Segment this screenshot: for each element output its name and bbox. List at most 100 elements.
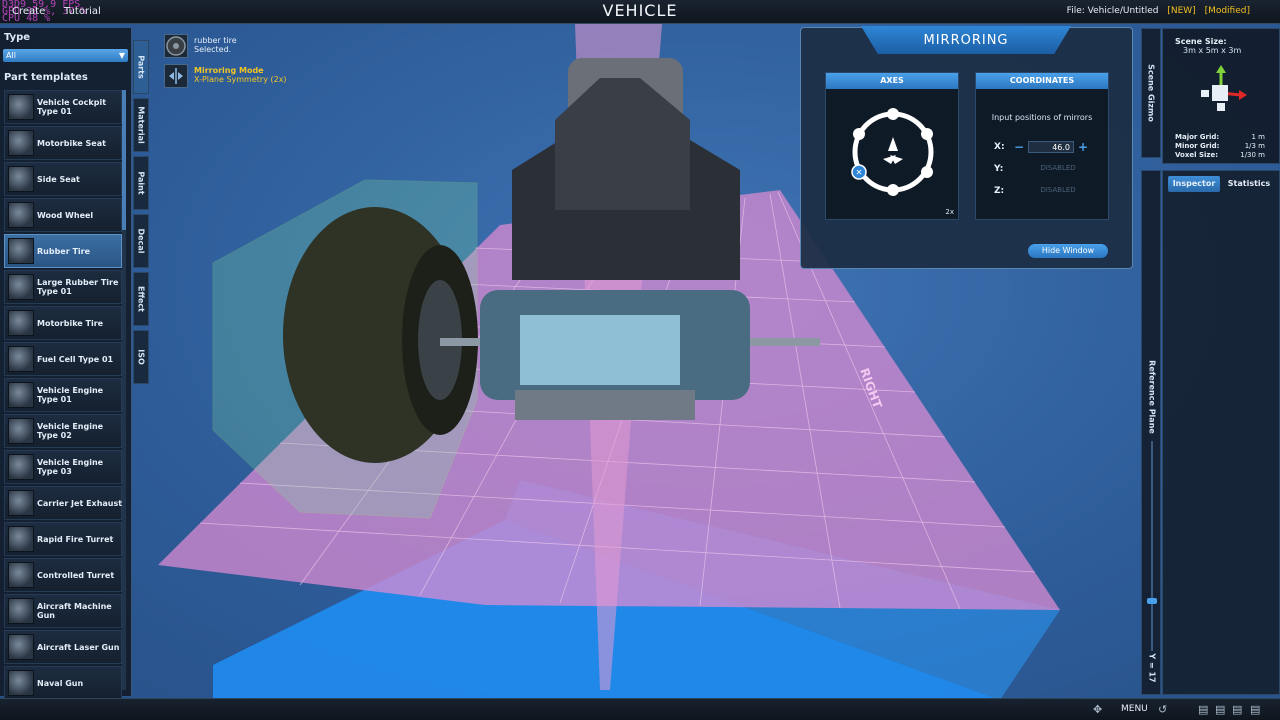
- minor-grid-label: Minor Grid:: [1175, 142, 1220, 150]
- fuel-cell-icon: [8, 346, 34, 372]
- mirroring-mode-title: Mirroring Mode: [194, 66, 264, 75]
- coordinates-desc: Input positions of mirrors: [991, 113, 1093, 122]
- part-item[interactable]: Controlled Turret: [4, 558, 122, 592]
- top-bar: D3D9 59.9 FPS GPU 38 %, 37 % CPU 48 % Cr…: [0, 0, 1280, 24]
- trash-icon[interactable]: ▤: [1215, 703, 1225, 716]
- part-item[interactable]: Motorbike Tire: [4, 306, 122, 340]
- move-icon[interactable]: ✥: [1093, 703, 1102, 716]
- coord-x-decrement-button[interactable]: −: [1014, 140, 1024, 154]
- editor-tabs: Parts Material Paint Decal Effect ISO: [133, 40, 149, 388]
- minor-grid-value: 1/3 m: [1244, 142, 1265, 150]
- turret-icon: [8, 526, 34, 552]
- part-item[interactable]: Carrier Jet Exhaust: [4, 486, 122, 520]
- tab-label: Paint: [136, 171, 146, 195]
- file-modified-badge: [Modified]: [1204, 6, 1250, 16]
- part-item[interactable]: Large Rubber Tire Type 01: [4, 270, 122, 304]
- part-item[interactable]: Vehicle Engine Type 03: [4, 450, 122, 484]
- part-item[interactable]: Rapid Fire Turret: [4, 522, 122, 556]
- tab-decal[interactable]: Decal: [133, 214, 149, 268]
- axis-node[interactable]: [921, 166, 933, 178]
- part-name: Aircraft Laser Gun: [37, 642, 120, 652]
- scrollbar-thumb[interactable]: [122, 90, 126, 230]
- part-name: Wood Wheel: [37, 210, 94, 220]
- voxel-size-row: Voxel Size: 1/30 m: [1175, 151, 1265, 159]
- inspector-panel: Inspector Statistics: [1162, 170, 1280, 695]
- scene-size-label: Scene Size:: [1175, 37, 1227, 46]
- part-item[interactable]: Vehicle Cockpit Type 01: [4, 90, 122, 124]
- tab-label: Parts: [136, 55, 146, 79]
- coordinates-panel: COORDINATES Input positions of mirrors X…: [975, 72, 1109, 220]
- part-name: Motorbike Seat: [37, 138, 106, 148]
- part-item[interactable]: Side Seat: [4, 162, 122, 196]
- hide-window-button[interactable]: Hide Window: [1028, 244, 1108, 258]
- menu-button[interactable]: MENU: [1121, 704, 1148, 714]
- coord-x-input[interactable]: 46.0: [1028, 141, 1074, 153]
- part-name: Large Rubber Tire Type 01: [37, 278, 119, 296]
- tab-material[interactable]: Material: [133, 98, 149, 152]
- tab-iso[interactable]: ISO: [133, 330, 149, 384]
- scene-gizmo[interactable]: [1193, 63, 1249, 119]
- tab-paint[interactable]: Paint: [133, 156, 149, 210]
- selected-part-status: Selected.: [194, 45, 232, 54]
- major-grid-value: 1 m: [1251, 133, 1266, 141]
- part-name: Vehicle Engine Type 03: [37, 458, 104, 476]
- gun-icon: [8, 634, 34, 660]
- tab-statistics[interactable]: Statistics: [1223, 176, 1275, 192]
- tab-inspector[interactable]: Inspector: [1168, 176, 1220, 192]
- type-value: All: [6, 51, 16, 60]
- undo-icon[interactable]: ↺: [1158, 703, 1167, 716]
- coord-x-label: X:: [994, 142, 1005, 152]
- scene-gizmo-tab[interactable]: Scene Gizmo: [1141, 28, 1161, 158]
- part-name: Vehicle Engine Type 02: [37, 422, 104, 440]
- tire-icon: [164, 34, 188, 58]
- mirroring-window: MIRRORING AXES ✕ 2x COORDINATES Input po…: [800, 26, 1133, 269]
- minor-grid-row: Minor Grid: 1/3 m: [1175, 142, 1265, 150]
- file-info: File: Vehicle/Untitled [NEW] [Modified]: [1067, 6, 1250, 16]
- wheel-icon: [8, 202, 34, 228]
- part-item[interactable]: Vehicle Engine Type 01: [4, 378, 122, 412]
- axes-dial[interactable]: ✕: [848, 107, 938, 197]
- part-item[interactable]: Rubber Tire: [4, 234, 122, 268]
- coord-y-disabled: DISABLED: [1040, 164, 1076, 172]
- part-name: Vehicle Cockpit Type 01: [37, 98, 107, 116]
- coord-y-label: Y:: [994, 164, 1004, 174]
- tab-label: ISO: [136, 349, 146, 365]
- tab-parts[interactable]: Parts: [133, 40, 149, 94]
- axis-node[interactable]: [887, 184, 899, 196]
- coord-x-increment-button[interactable]: +: [1078, 140, 1088, 154]
- part-item[interactable]: Aircraft Machine Gun: [4, 594, 122, 628]
- tab-effect[interactable]: Effect: [133, 272, 149, 326]
- svg-text:✕: ✕: [856, 168, 863, 177]
- part-name: Carrier Jet Exhaust: [37, 498, 123, 508]
- tab-label: Effect: [136, 286, 146, 312]
- file-label: File:: [1066, 6, 1085, 16]
- reference-plane-slider[interactable]: [1147, 441, 1157, 651]
- part-item[interactable]: Fuel Cell Type 01: [4, 342, 122, 376]
- part-list: Vehicle Cockpit Type 01 Motorbike Seat Sid…: [4, 90, 122, 702]
- mirroring-mode-desc: X-Plane Symmetry (2x): [194, 75, 287, 84]
- exhaust-icon: [8, 490, 34, 516]
- slider-knob[interactable]: [1147, 597, 1157, 604]
- chevron-down-icon: ▼: [118, 51, 125, 60]
- part-name: Controlled Turret: [37, 570, 115, 580]
- part-list-scrollbar[interactable]: [122, 90, 126, 690]
- trash-icon[interactable]: ▤: [1250, 703, 1260, 716]
- axes-header: AXES: [826, 73, 958, 89]
- part-item[interactable]: Aircraft Laser Gun: [4, 630, 122, 664]
- file-new-badge: [NEW]: [1167, 6, 1196, 16]
- axis-node[interactable]: [887, 108, 899, 120]
- seat-icon: [8, 166, 34, 192]
- coord-z-disabled: DISABLED: [1040, 186, 1076, 194]
- axis-node[interactable]: [853, 128, 865, 140]
- part-name: Rubber Tire: [37, 246, 91, 256]
- part-item[interactable]: Motorbike Seat: [4, 126, 122, 160]
- type-dropdown[interactable]: All ▼: [3, 49, 128, 62]
- part-item[interactable]: Vehicle Engine Type 02: [4, 414, 122, 448]
- part-item[interactable]: Naval Gun: [4, 666, 122, 700]
- reference-plane-y-value: Y = 17: [1147, 653, 1157, 683]
- part-name: Fuel Cell Type 01: [37, 354, 114, 364]
- axis-node[interactable]: [921, 128, 933, 140]
- trash-icon[interactable]: ▤: [1232, 703, 1242, 716]
- trash-icon[interactable]: ▤: [1198, 703, 1208, 716]
- part-item[interactable]: Wood Wheel: [4, 198, 122, 232]
